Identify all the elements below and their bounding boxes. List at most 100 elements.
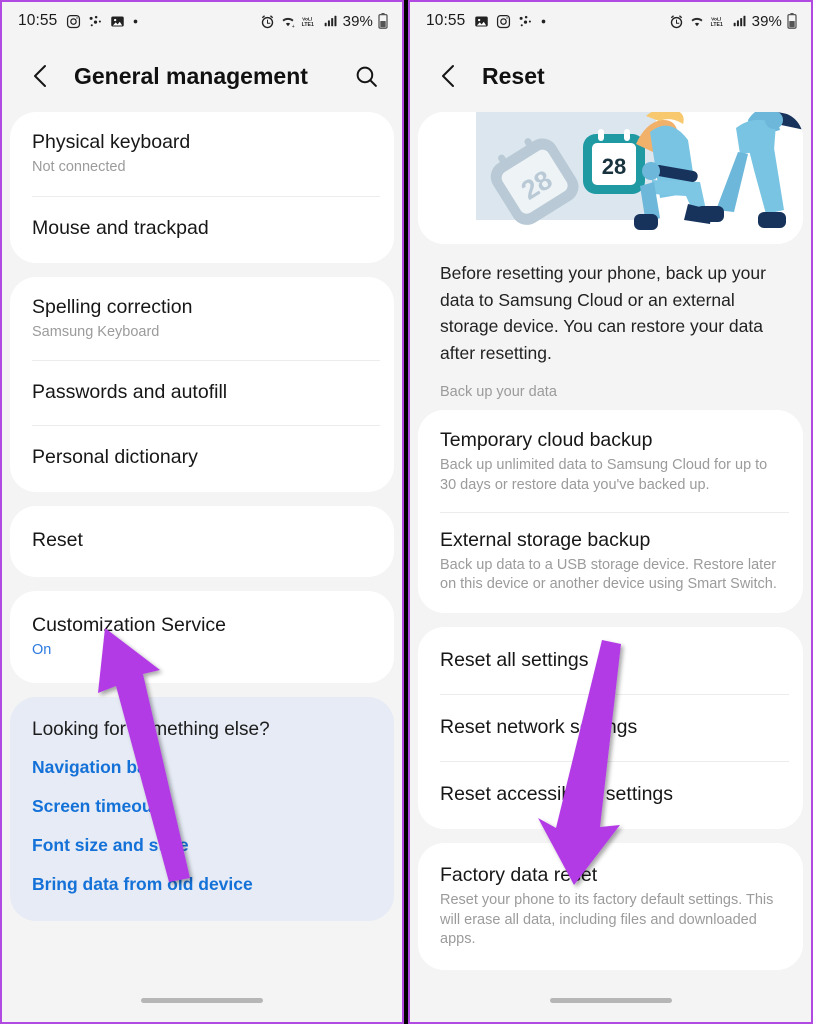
- reset-intro-text: Before resetting your phone, back up you…: [440, 263, 766, 363]
- left-navigation-bar: [2, 978, 402, 1022]
- list-item[interactable]: Physical keyboard Not connected: [10, 112, 394, 196]
- right-phone-panel: 10:55 VoLl LTE1 39% Reset 28 28 Before r…: [408, 0, 813, 1024]
- alarm-icon: [260, 14, 275, 29]
- list-item-title: Reset: [32, 529, 83, 552]
- left-settings-list: Physical keyboard Not connected Mouse an…: [2, 112, 402, 921]
- list-item[interactable]: Spelling correction Samsung Keyboard: [10, 277, 394, 361]
- settings-group: Spelling correction Samsung Keyboard Pas…: [10, 276, 394, 493]
- volte-icon: VoLl LTE1: [710, 14, 727, 29]
- suggestion-link-font-size-and-style[interactable]: Font size and style: [32, 835, 372, 856]
- factory-reset-group: Factory data reset Reset your phone to i…: [418, 843, 803, 971]
- list-item[interactable]: Passwords and autofill: [10, 360, 394, 425]
- list-item-factory-data-reset[interactable]: Factory data reset Reset your phone to i…: [418, 843, 803, 970]
- list-item-subtitle: Reset your phone to its factory default …: [440, 891, 774, 948]
- list-item-title: Reset network settings: [440, 716, 638, 739]
- back-button[interactable]: [432, 59, 466, 93]
- status-right-cluster: VoLl LTE1 39%: [669, 13, 797, 30]
- suggestion-link-navigation-bar[interactable]: Navigation bar: [32, 757, 372, 778]
- home-handle[interactable]: [549, 997, 672, 1003]
- dot-icon: [132, 18, 139, 25]
- list-item-title: Temporary cloud backup: [440, 429, 653, 452]
- list-item-title: External storage backup: [440, 528, 651, 551]
- list-item-subtitle: Not connected: [32, 158, 126, 175]
- svg-text:VoLl: VoLl: [711, 16, 721, 22]
- right-status-bar: 10:55 VoLl LTE1 39%: [410, 2, 811, 40]
- reset-backup-illustration: 28 28: [418, 112, 803, 244]
- back-button[interactable]: [24, 59, 58, 93]
- right-settings-list: 28 28 Before resetting your phone, back …: [410, 112, 811, 971]
- home-handle[interactable]: [141, 997, 263, 1003]
- suggestion-link-bring-data-from-old-device[interactable]: Bring data from old device: [32, 874, 372, 895]
- list-item-subtitle: Samsung Keyboard: [32, 323, 160, 340]
- instagram-icon: [496, 14, 511, 29]
- page-title: General management: [74, 62, 308, 89]
- dots-icon: [88, 14, 103, 29]
- list-item[interactable]: Reset all settings: [418, 627, 803, 694]
- right-app-bar: Reset: [410, 40, 811, 112]
- list-item[interactable]: Personal dictionary: [10, 425, 394, 492]
- svg-text:LTE1: LTE1: [301, 22, 313, 28]
- list-item-value: On: [32, 642, 52, 659]
- gallery-icon: [110, 14, 125, 29]
- search-icon: [354, 64, 379, 89]
- list-item-title: Reset accessibility settings: [440, 783, 674, 806]
- status-time: 10:55: [426, 12, 466, 29]
- battery-icon: [378, 13, 388, 29]
- back-chevron-icon: [438, 63, 460, 89]
- left-status-bar: 10:55 + VoLl LTE1 39%: [2, 2, 402, 40]
- reset-group: Reset all settings Reset network setting…: [418, 627, 803, 830]
- list-item[interactable]: Temporary cloud backup Back up unlimited…: [418, 410, 803, 511]
- search-button[interactable]: [348, 58, 384, 94]
- dots-icon: [518, 14, 533, 29]
- list-item-title: Passwords and autofill: [32, 381, 228, 404]
- volte-icon: VoLl LTE1: [301, 14, 318, 29]
- svg-text:+: +: [291, 23, 294, 28]
- reset-intro: Before resetting your phone, back up you…: [418, 254, 803, 366]
- svg-text:VoLl: VoLl: [302, 16, 312, 22]
- battery-percent: 39%: [342, 12, 373, 30]
- list-item-title: Physical keyboard: [32, 131, 191, 153]
- list-item-subtitle: Back up unlimited data to Samsung Cloud …: [440, 457, 768, 494]
- status-right-cluster: + VoLl LTE1 39%: [260, 13, 388, 30]
- wifi-icon: +: [280, 14, 296, 29]
- list-item-subtitle: Back up data to a USB storage device. Re…: [440, 556, 777, 593]
- list-item[interactable]: Customization Service On: [10, 591, 394, 683]
- list-item-title: Personal dictionary: [32, 446, 198, 469]
- suggestions-heading: Looking for something else?: [32, 718, 270, 740]
- instagram-icon: [66, 14, 81, 29]
- list-item-title: Customization Service: [32, 614, 226, 637]
- list-item-title: Mouse and trackpad: [32, 216, 209, 239]
- backup-group: Temporary cloud backup Back up unlimited…: [418, 410, 803, 614]
- list-item-title: Factory data reset: [440, 864, 598, 887]
- svg-text:LTE1: LTE1: [710, 22, 722, 28]
- suggestion-link-screen-timeout[interactable]: Screen timeout: [32, 796, 372, 817]
- settings-group: Customization Service On: [10, 591, 394, 683]
- alarm-icon: [669, 14, 684, 29]
- screenshot-stage: 10:55 + VoLl LTE1 39% General management…: [0, 0, 813, 1024]
- signal-icon: [323, 14, 338, 28]
- left-app-bar: General management: [2, 40, 402, 112]
- list-item[interactable]: Reset network settings: [418, 694, 803, 761]
- status-time: 10:55: [18, 12, 58, 29]
- list-item[interactable]: Mouse and trackpad: [10, 195, 394, 263]
- list-item-reset[interactable]: Reset: [10, 506, 394, 577]
- suggestions-card: Looking for something else? Navigation b…: [10, 696, 394, 921]
- signal-icon: [732, 14, 747, 28]
- list-item[interactable]: Reset accessibility settings: [418, 761, 803, 829]
- svg-text:28: 28: [602, 154, 626, 179]
- wifi-icon: [689, 14, 705, 29]
- gallery-icon: [474, 14, 489, 29]
- battery-icon: [787, 13, 797, 29]
- left-phone-panel: 10:55 + VoLl LTE1 39% General management…: [0, 0, 404, 1024]
- list-item[interactable]: External storage backup Back up data to …: [418, 511, 803, 613]
- settings-group: Physical keyboard Not connected Mouse an…: [10, 112, 394, 263]
- status-left-cluster: 10:55: [426, 12, 547, 30]
- settings-group: Reset: [10, 506, 394, 578]
- right-navigation-bar: [410, 978, 811, 1022]
- back-chevron-icon: [30, 63, 52, 89]
- page-title: Reset: [482, 62, 545, 89]
- list-item-title: Reset all settings: [440, 649, 589, 672]
- dot-icon: [540, 18, 547, 25]
- list-item-title: Spelling correction: [32, 295, 193, 318]
- status-left-cluster: 10:55: [18, 12, 139, 30]
